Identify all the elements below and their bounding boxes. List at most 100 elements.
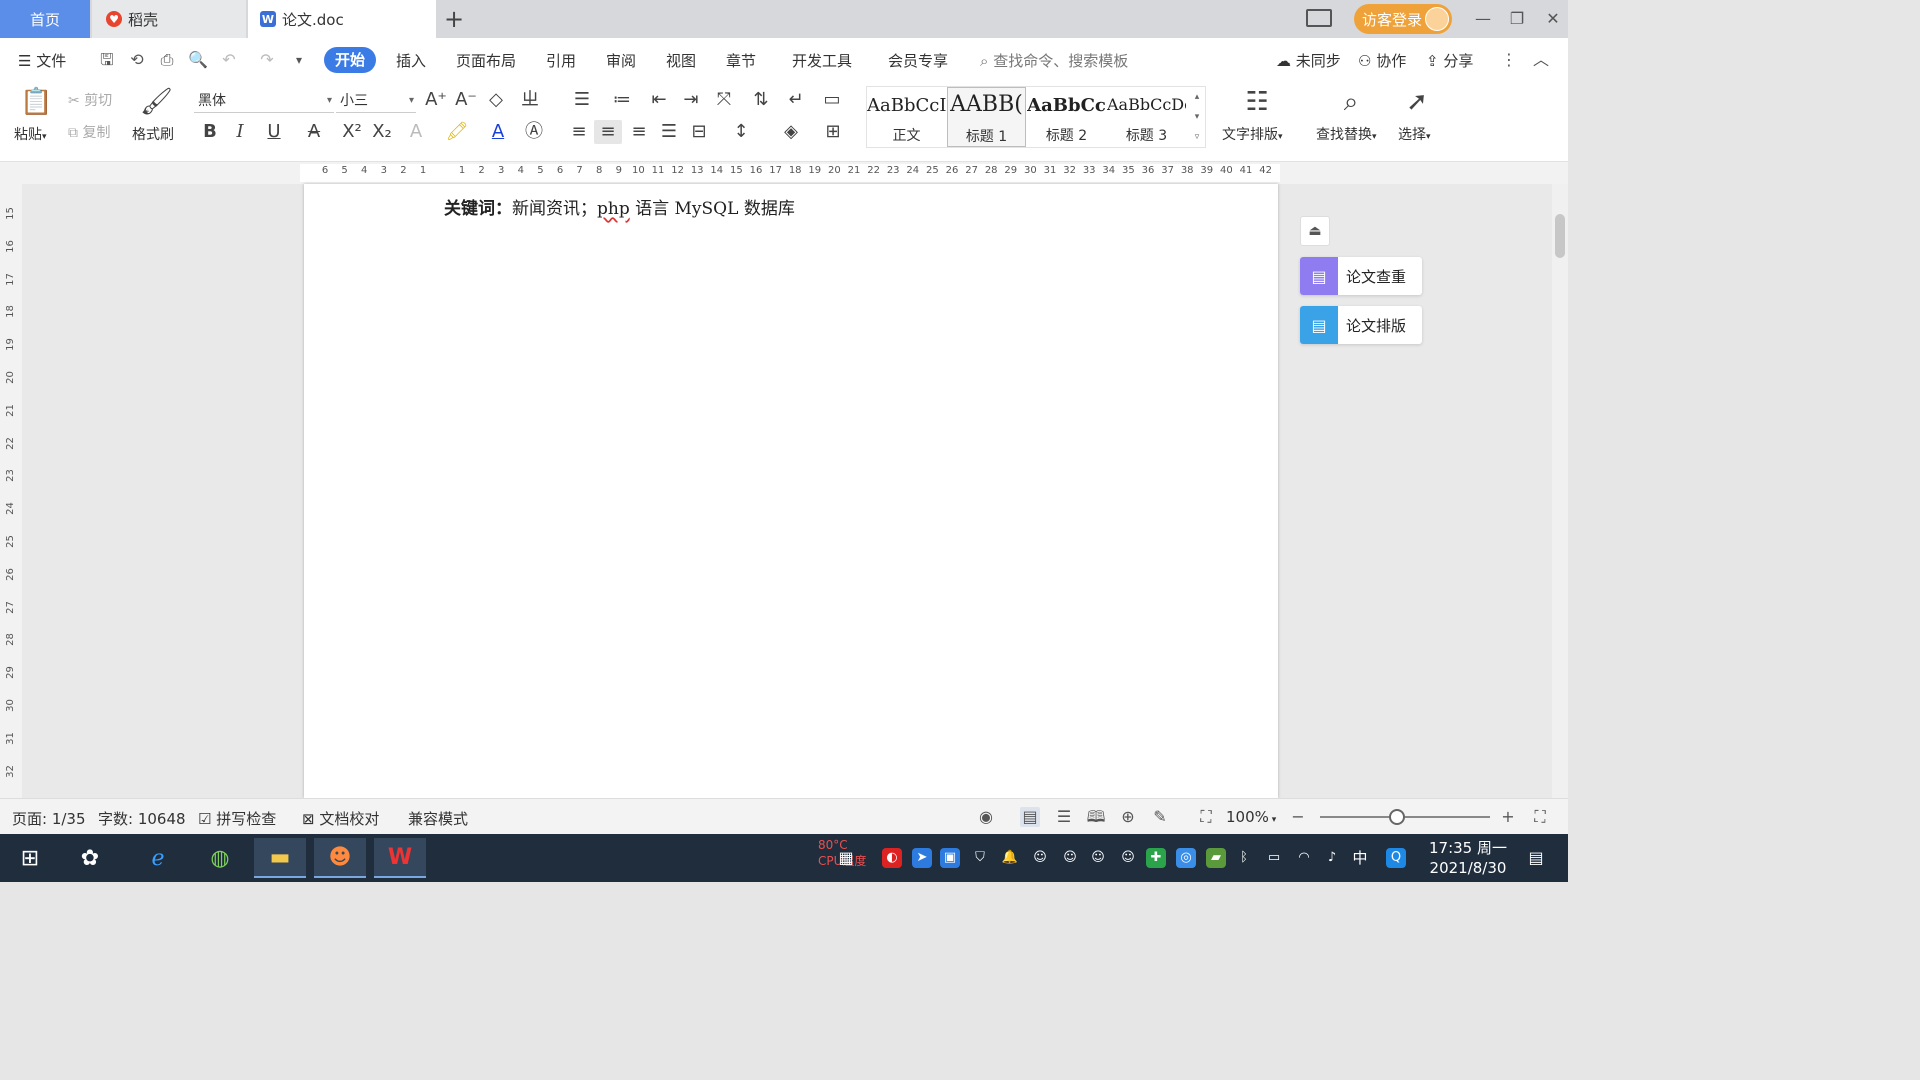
tab-review[interactable]: 审阅 bbox=[606, 50, 636, 71]
tray-app-icon[interactable]: ◐ bbox=[882, 848, 902, 868]
font-color-icon[interactable]: A bbox=[482, 120, 514, 144]
notification-center-icon[interactable]: ▤ bbox=[1526, 848, 1546, 868]
text-layout-icon[interactable]: ☷ bbox=[1242, 86, 1272, 118]
document-page[interactable]: 关键词：新闻资讯；php 语言 MySQL 数据库 bbox=[304, 184, 1278, 798]
tab-chapter[interactable]: 章节 bbox=[726, 50, 756, 71]
sort-icon[interactable]: ⇅ bbox=[748, 88, 774, 112]
subscript-icon[interactable]: X₂ bbox=[370, 120, 394, 144]
text-layout-button[interactable]: 文字排版▾ bbox=[1222, 124, 1283, 144]
align-center-icon[interactable]: ≡ bbox=[594, 120, 622, 144]
pointer-icon[interactable]: ➚ bbox=[1402, 86, 1432, 118]
superscript-icon[interactable]: X² bbox=[340, 120, 364, 144]
file-explorer-icon[interactable]: ▬ bbox=[254, 838, 306, 878]
style-heading-1[interactable]: AABB( 标题 1 bbox=[947, 87, 1026, 147]
shield-icon[interactable]: ⛉ bbox=[970, 848, 990, 868]
shrink-font-icon[interactable]: A⁻ bbox=[454, 88, 478, 112]
window-layout-icon[interactable] bbox=[1306, 9, 1332, 27]
vertical-ruler[interactable]: 15 16 17 18 19 20 21 22 23 24 25 26 27 28 29 30 31 32 bbox=[0, 184, 22, 798]
format-brush-quick-icon[interactable]: ⟲ bbox=[128, 51, 146, 69]
volume-icon[interactable]: ♪ bbox=[1322, 848, 1342, 868]
tab-home[interactable]: 首页 bbox=[0, 0, 90, 38]
format-painter-icon[interactable]: 🖌 bbox=[140, 86, 173, 118]
fullscreen-icon[interactable]: ⛶ bbox=[1530, 807, 1550, 827]
bluetooth-icon[interactable]: ᛒ bbox=[1234, 848, 1254, 868]
bold-icon[interactable]: B bbox=[198, 120, 222, 144]
ie-browser-icon[interactable]: ℯ bbox=[132, 838, 184, 878]
tab-references[interactable]: 引用 bbox=[546, 50, 576, 71]
qq-icon[interactable]: ☺ bbox=[1088, 848, 1108, 868]
nvidia-icon[interactable]: ▰ bbox=[1206, 848, 1226, 868]
news-tray-icon[interactable]: ▦ bbox=[836, 848, 856, 868]
reading-view-icon[interactable]: 🕮 bbox=[1086, 807, 1106, 827]
strikethrough-icon[interactable]: A bbox=[298, 120, 330, 144]
copy-button[interactable]: ⧉ 复制 bbox=[68, 122, 110, 142]
search-app-icon[interactable]: Q bbox=[1386, 848, 1406, 868]
find-replace-button[interactable]: 查找替换▾ bbox=[1316, 124, 1377, 144]
tab-page-layout[interactable]: 页面布局 bbox=[456, 50, 516, 71]
word-count[interactable]: 字数: 10648 bbox=[98, 808, 186, 829]
tab-start[interactable]: 开始 bbox=[324, 47, 376, 73]
paste-icon[interactable]: 📋 bbox=[20, 86, 52, 118]
page-view-icon[interactable]: ▤ bbox=[1020, 807, 1040, 827]
page-count[interactable]: 页面: 1/35 bbox=[12, 808, 86, 829]
windows-start-icon[interactable]: ⊞ bbox=[4, 838, 56, 878]
clear-format-icon[interactable]: ◇ bbox=[484, 88, 508, 112]
tab-insert[interactable]: 插入 bbox=[396, 50, 426, 71]
undo-icon[interactable]: ↶ bbox=[220, 51, 238, 69]
wifi-icon[interactable]: ◠ bbox=[1294, 848, 1314, 868]
distributed-align-icon[interactable]: ⊟ bbox=[686, 120, 712, 144]
style-heading-2[interactable]: AaBbCc 标题 2 bbox=[1027, 87, 1106, 147]
proofread-button[interactable]: ⊠ 文档校对 bbox=[302, 808, 379, 829]
text-effect-icon[interactable]: A bbox=[400, 120, 432, 144]
style-gallery-scroll[interactable]: ▴ ▾ ▿ bbox=[1191, 87, 1203, 147]
line-spacing-icon[interactable]: ↕ bbox=[724, 120, 758, 144]
battery-icon[interactable]: ▭ bbox=[1264, 848, 1284, 868]
outline-view-icon[interactable]: ☰ bbox=[1054, 807, 1074, 827]
paper-check-button[interactable]: ▤ 论文查重 bbox=[1300, 257, 1422, 295]
highlight-icon[interactable]: 🖍 bbox=[440, 120, 474, 144]
tray-app-icon[interactable]: ▣ bbox=[940, 848, 960, 868]
tab-daoke[interactable]: ♥ 稻壳 bbox=[92, 0, 246, 38]
guest-login-button[interactable]: 访客登录 bbox=[1354, 4, 1452, 34]
bell-icon[interactable]: 🔔 bbox=[1000, 848, 1020, 868]
minimize-button[interactable]: — bbox=[1468, 6, 1498, 32]
tab-document[interactable]: W 论文.doc bbox=[248, 0, 436, 38]
bullet-list-icon[interactable]: ☰ bbox=[566, 88, 598, 112]
paste-button[interactable]: 粘贴▾ bbox=[14, 124, 47, 144]
new-tab-button[interactable]: + bbox=[440, 4, 468, 34]
fit-page-icon[interactable]: ⛶ bbox=[1196, 807, 1216, 827]
tray-app-icon[interactable]: ✚ bbox=[1146, 848, 1166, 868]
font-size-select[interactable]: 小三 ▾ bbox=[336, 89, 416, 113]
share-button[interactable]: ⇪ 分享 bbox=[1426, 50, 1473, 71]
character-border-icon[interactable]: Ⓐ bbox=[522, 120, 546, 144]
increase-indent-icon[interactable]: ⇥ bbox=[678, 88, 704, 112]
qq-icon[interactable]: ☺ bbox=[1060, 848, 1080, 868]
vertical-scrollbar[interactable] bbox=[1552, 184, 1568, 798]
decrease-indent-icon[interactable]: ⇤ bbox=[646, 88, 672, 112]
scrollbar-thumb[interactable] bbox=[1555, 214, 1565, 258]
command-search[interactable]: ⌕ 查找命令、搜索模板 bbox=[980, 50, 1128, 71]
underline-icon[interactable]: U bbox=[258, 120, 290, 144]
tab-developer[interactable]: 开发工具 bbox=[792, 50, 852, 71]
ruler-toggle-icon[interactable]: ▭ bbox=[818, 88, 846, 112]
horizontal-ruler[interactable]: 6 5 4 3 2 1 1 2 3 4 5 6 7 8 9 10 11 12 13 14 15 16 17 18 19 20 21 2… bbox=[0, 162, 1568, 184]
eye-protection-icon[interactable]: ◉ bbox=[976, 807, 996, 827]
align-left-icon[interactable]: ≡ bbox=[566, 120, 592, 144]
style-normal[interactable]: AaBbCcI 正文 bbox=[867, 87, 946, 147]
grow-font-icon[interactable]: A⁺ bbox=[424, 88, 448, 112]
tab-view[interactable]: 视图 bbox=[666, 50, 696, 71]
tray-app-icon[interactable]: ◎ bbox=[1176, 848, 1196, 868]
collapse-ribbon-icon[interactable]: ︿ bbox=[1532, 51, 1550, 69]
paper-layout-button[interactable]: ▤ 论文排版 bbox=[1300, 306, 1422, 344]
pinwheel-app-icon[interactable]: ✿ bbox=[64, 838, 116, 878]
borders-icon[interactable]: ⊞ bbox=[816, 120, 850, 144]
style-heading-3[interactable]: AaBbCcDc 标题 3 bbox=[1107, 87, 1186, 147]
justify-icon[interactable]: ☰ bbox=[656, 120, 682, 144]
restore-button[interactable]: ❐ bbox=[1502, 6, 1532, 32]
zoom-level[interactable]: 100% ▾ bbox=[1226, 808, 1276, 826]
qq-icon[interactable]: ☺ bbox=[1030, 848, 1050, 868]
quick-access-dropdown-icon[interactable]: ▾ bbox=[290, 51, 308, 69]
game-app-icon[interactable]: ☻ bbox=[314, 838, 366, 878]
system-clock[interactable]: 17:35 周一 2021/8/30 bbox=[1420, 838, 1516, 878]
spell-check-button[interactable]: ☑ 拼写检查 bbox=[198, 808, 276, 829]
